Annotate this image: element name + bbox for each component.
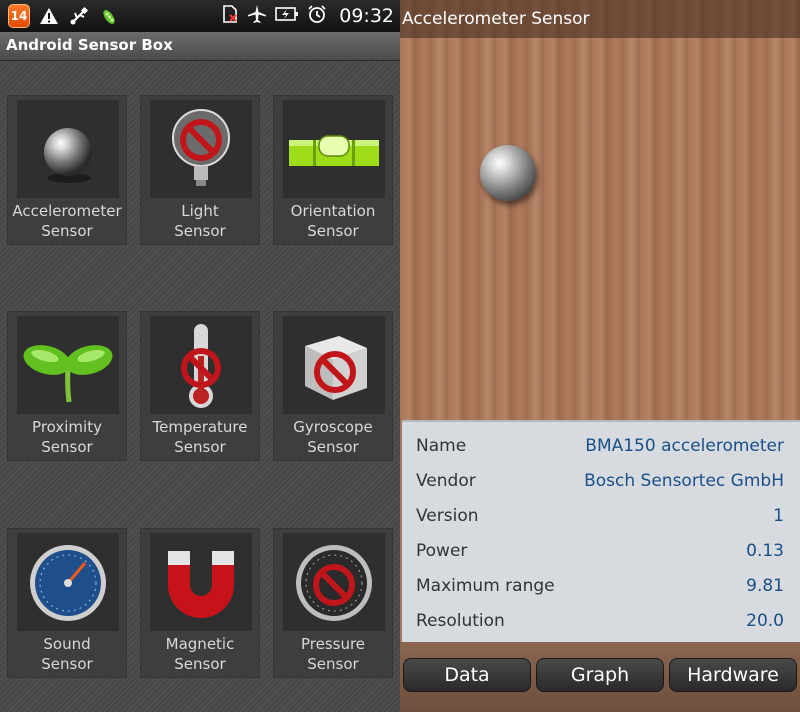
tab-graph[interactable]: Graph (536, 658, 664, 692)
notification-badge[interactable]: 14 (8, 4, 30, 28)
tile-sound-sensor[interactable]: Sound Sensor (7, 528, 127, 678)
airplane-icon (247, 4, 267, 28)
tile-label: Magnetic (165, 635, 235, 653)
sensor-info-panel: Name BMA150 accelerometer Vendor Bosch S… (402, 420, 800, 644)
tile-label: Sensor (41, 655, 93, 673)
tile-pressure-sensor[interactable]: Pressure Sensor (273, 528, 393, 678)
info-label: Name (416, 436, 467, 456)
alarm-icon (307, 4, 327, 28)
info-label: Maximum range (416, 576, 555, 596)
screen-title-bar: Accelerometer Sensor (400, 0, 800, 38)
light-bulb-disabled-icon (172, 109, 230, 186)
info-row-power: Power 0.13 (402, 535, 800, 570)
tile-gyroscope-sensor[interactable]: Gyroscope Sensor (273, 311, 393, 461)
status-bar: 14 09:32 (0, 0, 400, 32)
tile-label: Light (181, 202, 219, 220)
tab-hardware[interactable]: Hardware (669, 658, 797, 692)
tile-icon-well (17, 100, 119, 198)
bottom-tab-bar: Data Graph Hardware (400, 642, 800, 712)
info-label: Resolution (416, 611, 505, 631)
accelerometer-screen: Accelerometer Sensor Name BMA150 acceler… (400, 0, 800, 712)
info-value: 0.13 (746, 541, 784, 561)
tile-icon-well (17, 316, 119, 414)
info-value: BMA150 accelerometer (585, 436, 784, 456)
gauge-icon (30, 545, 106, 621)
status-right-group: 09:32 (221, 0, 394, 32)
sensor-box-screen: 14 09:32 Android Sensor Box Acceleromete… (0, 0, 400, 712)
tile-icon-well (150, 100, 252, 198)
tile-label: Gyroscope (293, 418, 373, 436)
pressure-gauge-disabled-icon (296, 545, 372, 621)
app-title-bar: Android Sensor Box (0, 32, 400, 61)
tile-label: Sensor (307, 655, 359, 673)
tile-temperature-sensor[interactable]: Temperature Sensor (140, 311, 260, 461)
no-sim-icon (221, 4, 239, 28)
tile-label: Pressure (300, 635, 366, 653)
tile-magnetic-sensor[interactable]: Magnetic Sensor (140, 528, 260, 678)
steel-ball-icon (44, 128, 92, 183)
info-label: Version (416, 506, 479, 526)
tile-label: Proximity (32, 418, 102, 436)
notification-count: 14 (8, 4, 30, 28)
info-value: 20.0 (746, 611, 784, 631)
magnet-icon (168, 551, 234, 618)
info-value: 1 (773, 506, 784, 526)
tile-label: Orientation (290, 202, 376, 220)
tile-icon-well (283, 316, 385, 414)
warning-icon (38, 5, 60, 27)
info-row-version: Version 1 (402, 500, 800, 535)
tile-icon-well (283, 533, 385, 631)
tile-light-sensor[interactable]: Light Sensor (140, 95, 260, 245)
tile-label: Sensor (174, 438, 226, 456)
tile-orientation-sensor[interactable]: Orientation Sensor (273, 95, 393, 245)
info-row-resolution: Resolution 20.0 (402, 605, 800, 640)
info-row-vendor: Vendor Bosch Sensortec GmbH (402, 465, 800, 500)
spirit-level-icon (289, 135, 379, 166)
battery-charging-icon (275, 4, 299, 28)
info-row-maximum-range: Maximum range 9.81 (402, 570, 800, 605)
tile-label: Sensor (174, 655, 226, 673)
tile-icon-well (283, 100, 385, 198)
steel-ball (480, 145, 536, 201)
sprout-icon (23, 345, 113, 403)
tile-label: Accelerometer (12, 202, 122, 220)
tile-icon-well (150, 316, 252, 414)
tile-label: Sensor (41, 438, 93, 456)
info-row-name: Name BMA150 accelerometer (402, 430, 800, 465)
tile-icon-well (150, 533, 252, 631)
tile-label: Temperature (152, 418, 248, 436)
tile-accelerometer-sensor[interactable]: Accelerometer Sensor (7, 95, 127, 245)
tile-icon-well (17, 533, 119, 631)
info-value: 9.81 (746, 576, 784, 596)
info-label: Vendor (416, 471, 476, 491)
usb-icon (68, 5, 90, 27)
tile-label: Sensor (307, 222, 359, 240)
app-title: Android Sensor Box (6, 36, 173, 54)
tile-label: Sensor (307, 438, 359, 456)
info-label: Power (416, 541, 468, 561)
screen-title: Accelerometer Sensor (402, 9, 590, 29)
cube-disabled-icon (305, 336, 367, 400)
tile-label: Sensor (41, 222, 93, 240)
tile-proximity-sensor[interactable]: Proximity Sensor (7, 311, 127, 461)
thermometer-disabled-icon (181, 324, 221, 408)
tab-data[interactable]: Data (403, 658, 531, 692)
peapod-app-icon (98, 5, 120, 27)
tile-label: Sensor (174, 222, 226, 240)
info-value: Bosch Sensortec GmbH (584, 471, 784, 491)
tile-label: Sound (43, 635, 91, 653)
status-time: 09:32 (339, 5, 394, 27)
